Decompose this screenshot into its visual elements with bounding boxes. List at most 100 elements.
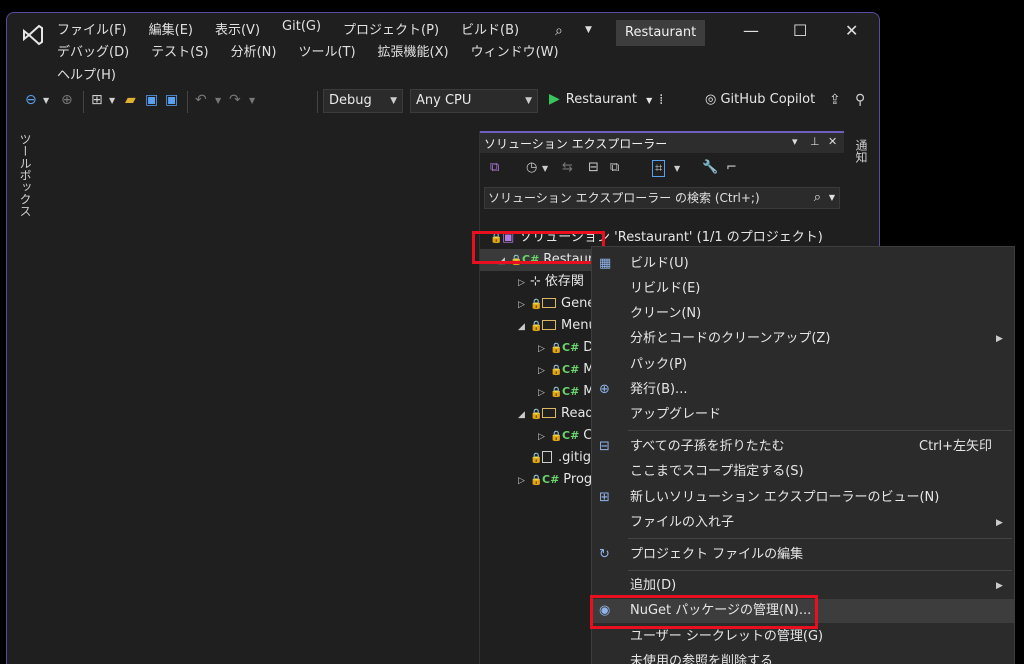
menu-item-scope-to-this[interactable]: ここまでスコープ指定する(S) (592, 460, 1014, 484)
forward-icon[interactable]: ⊕ (61, 92, 73, 108)
chevron-down-icon[interactable]: ▼ (674, 164, 680, 173)
tree-item-label: .gitig (558, 450, 591, 465)
collapse-all-icon[interactable]: ⊟ (588, 160, 599, 175)
tree-item-file[interactable]: ▷ 🔒C# D (538, 337, 593, 359)
platform-value: Any CPU (416, 93, 472, 108)
configuration-select[interactable]: Debug ▼ (323, 89, 403, 113)
open-folder-icon[interactable]: ▰ (125, 92, 136, 108)
expanded-icon[interactable]: ◢ (518, 404, 530, 426)
toolbox-tab[interactable]: ツールボックス (17, 133, 39, 253)
collapsed-icon[interactable]: ▷ (538, 338, 550, 360)
undo-icon[interactable]: ↶ (195, 92, 207, 108)
save-all-icon[interactable]: ▣ (165, 92, 178, 108)
dropdown-icon[interactable]: ▾ (792, 135, 798, 148)
menu-item-clean[interactable]: クリーン(N) (592, 302, 1014, 326)
menu-analyze[interactable]: 分析(N) (231, 41, 277, 60)
globe-icon: ⊕ (599, 382, 610, 397)
menu-item-build[interactable]: ▦ ビルド(U) (592, 252, 1014, 276)
preview-icon[interactable]: ⌐ (726, 160, 737, 175)
collapsed-icon[interactable]: ▷ (538, 360, 550, 382)
menu-view[interactable]: 表示(V) (215, 19, 260, 38)
menu-item-file-nesting[interactable]: ファイルの入れ子 ▶ (592, 511, 1014, 535)
project-highlight-box (472, 231, 605, 264)
search-icon[interactable]: ⌕ (555, 23, 563, 39)
close-icon[interactable]: ✕ (845, 21, 858, 40)
lock-icon: 🔒 (550, 387, 563, 398)
redo-icon[interactable]: ↷ (229, 92, 241, 108)
collapsed-icon[interactable]: ▷ (518, 294, 530, 316)
share-icon[interactable]: ⇪ (829, 92, 841, 108)
tree-item-folder[interactable]: ▷ 🔒 Gene (518, 293, 595, 315)
collapsed-icon[interactable]: ▷ (538, 382, 550, 404)
tree-item-folder[interactable]: ◢ 🔒 Read (518, 403, 594, 425)
tree-item-file[interactable]: 🔒 .gitig (530, 447, 591, 469)
menu-item-pack[interactable]: パック(P) (592, 353, 1014, 377)
chevron-down-icon[interactable]: ▼ (542, 164, 548, 173)
menu-item-analyze-cleanup[interactable]: 分析とコードのクリーンアップ(Z) ▶ (592, 327, 1014, 351)
menu-item-remove-unused-refs[interactable]: 未使用の参照を削除する (592, 650, 1014, 664)
chevron-down-icon[interactable]: ▼ (249, 96, 255, 105)
switch-views-icon[interactable]: ⧉ (490, 160, 499, 175)
toolbox-label: ツールボックス (18, 133, 32, 217)
lock-icon: 🔒 (550, 365, 563, 376)
save-icon[interactable]: ▣ (145, 92, 158, 108)
pending-changes-icon[interactable]: ◷ (526, 160, 537, 175)
chevron-down-icon[interactable]: ▼ (43, 96, 49, 105)
search-placeholder: ソリューション エクスプローラー の検索 (Ctrl+;) (488, 191, 760, 205)
feedback-icon[interactable]: ⚲ (855, 92, 865, 108)
menu-test[interactable]: テスト(S) (151, 41, 208, 60)
menu-separator (628, 570, 1012, 571)
play-icon: ▶ (549, 91, 560, 107)
github-copilot-button[interactable]: ◎ GitHub Copilot (705, 92, 815, 107)
tree-item-file[interactable]: ▷ 🔒C# M (538, 359, 595, 381)
menu-debug[interactable]: デバッグ(D) (57, 41, 129, 60)
pin-icon[interactable]: ⊥ (810, 135, 820, 148)
expanded-icon[interactable]: ◢ (518, 316, 530, 338)
start-debug-button[interactable]: ▶ Restaurant ▼ (549, 91, 652, 107)
tree-item-file[interactable]: ▷ 🔒C# C (538, 425, 592, 447)
menu-extensions[interactable]: 拡張機能(X) (378, 41, 449, 60)
tree-item-file[interactable]: ▷ 🔒C# M (538, 381, 595, 403)
menu-file[interactable]: ファイル(F) (57, 19, 127, 38)
tree-item-file[interactable]: ▷ 🔒C# Prog (518, 469, 592, 491)
chevron-down-icon[interactable]: ▼ (215, 96, 221, 105)
close-icon[interactable]: ✕ (828, 135, 837, 148)
solution-explorer-search-input[interactable]: ソリューション エクスプローラー の検索 (Ctrl+;) ⌕ ▼ (484, 187, 840, 209)
menu-edit[interactable]: 編集(E) (149, 19, 193, 38)
menu-item-upgrade[interactable]: アップグレード (592, 403, 1014, 427)
copilot-icon: ◎ (705, 92, 717, 107)
lock-icon: 🔒 (550, 343, 563, 354)
collapsed-icon[interactable]: ▷ (518, 272, 530, 294)
menu-git[interactable]: Git(G) (282, 19, 321, 38)
menu-item-rebuild[interactable]: リビルド(E) (592, 277, 1014, 301)
menu-help[interactable]: ヘルプ(H) (57, 64, 116, 83)
menu-item-publish[interactable]: ⊕ 発行(B)... (592, 378, 1014, 402)
maximize-icon[interactable]: ☐ (793, 21, 807, 40)
properties-icon[interactable]: 🔧 (702, 160, 718, 175)
lock-icon: 🔒 (530, 409, 543, 420)
menu-item-collapse-all[interactable]: ⊟ すべての子孫を折りたたむ Ctrl+左矢印 (592, 435, 1014, 459)
collapsed-icon[interactable]: ▷ (538, 426, 550, 448)
menu-project[interactable]: プロジェクト(P) (343, 19, 439, 38)
show-all-files-icon[interactable]: ⧉ (610, 160, 619, 175)
hot-reload-icon[interactable]: ⁞ (659, 92, 663, 108)
tree-item-dependencies[interactable]: ▷ ⊹ 依存関 (518, 271, 584, 293)
sync-icon[interactable]: ⇆ (562, 160, 573, 175)
csharp-file-icon: C# (562, 429, 580, 442)
new-project-icon[interactable]: ⊞ (91, 92, 103, 108)
menu-window[interactable]: ウィンドウ(W) (471, 41, 559, 60)
chevron-down-icon[interactable]: ▼ (585, 25, 592, 35)
chevron-down-icon[interactable]: ▼ (109, 96, 115, 105)
tree-item-folder[interactable]: ◢ 🔒 Menu (518, 315, 597, 337)
standard-toolbar: ⊖ ▼ ⊕ ⊞ ▼ ▰ ▣ ▣ ↶ ▼ ↷ ▼ Debug ▼ Any CPU … (17, 89, 877, 115)
minimize-icon[interactable]: — (743, 21, 759, 40)
menu-item-edit-project-file[interactable]: ↻ プロジェクト ファイルの編集 (592, 543, 1014, 567)
menu-build[interactable]: ビルド(B) (461, 19, 519, 38)
collapsed-icon[interactable]: ▷ (518, 470, 530, 492)
notifications-tab[interactable]: 通知 (853, 139, 879, 167)
platform-select[interactable]: Any CPU ▼ (410, 89, 538, 113)
menu-item-new-view[interactable]: ⊞ 新しいソリューション エクスプローラーのビュー(N) (592, 486, 1014, 510)
view-switch-icon[interactable]: ⌗ (652, 160, 666, 177)
menu-tools[interactable]: ツール(T) (298, 41, 355, 60)
back-icon[interactable]: ⊖ (25, 92, 37, 108)
